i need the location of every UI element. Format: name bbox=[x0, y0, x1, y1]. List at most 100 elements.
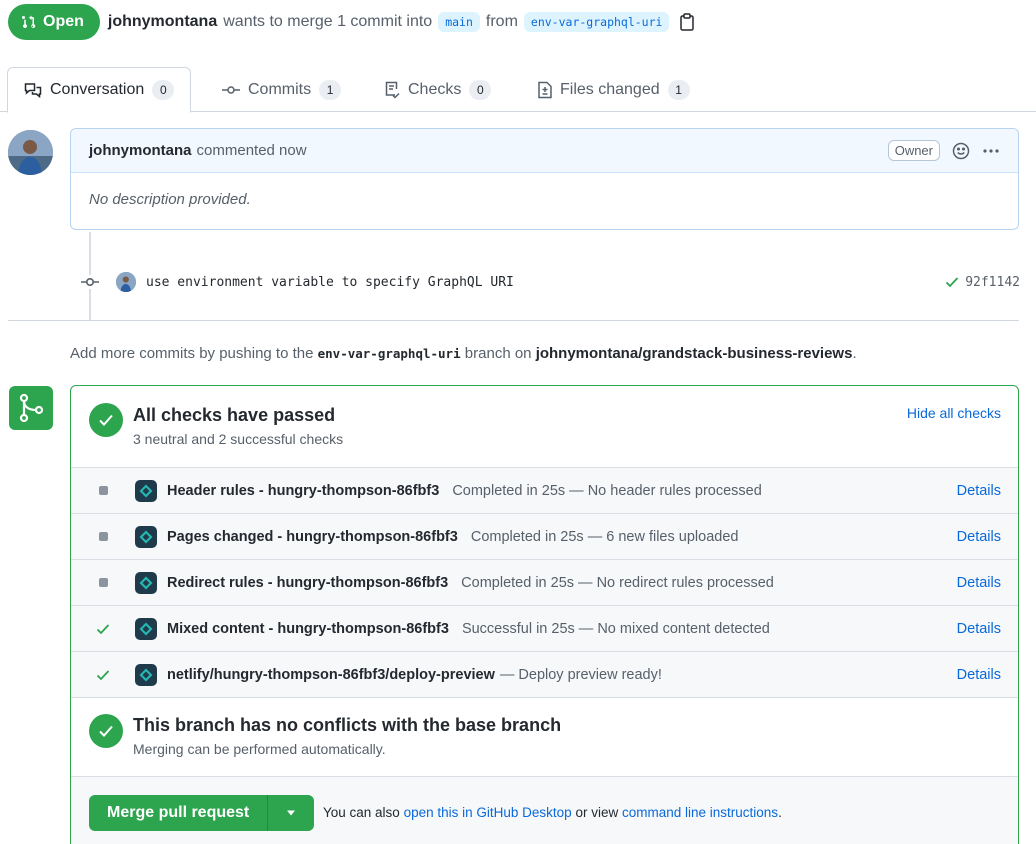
pr-header: Open johnymontana wants to merge 1 commi… bbox=[8, 4, 695, 40]
base-branch[interactable]: main bbox=[438, 12, 480, 32]
git-merge-icon bbox=[9, 386, 53, 430]
triangle-down-icon[interactable] bbox=[268, 795, 314, 831]
check-details-link[interactable]: Details bbox=[957, 529, 1001, 545]
git-commit-icon bbox=[222, 85, 240, 94]
commit-avatar[interactable] bbox=[116, 272, 136, 292]
check-details-link[interactable]: Details bbox=[957, 483, 1001, 499]
check-name: Redirect rules - hungry-thompson-86fbf3 bbox=[167, 574, 449, 591]
also-post: . bbox=[778, 805, 782, 820]
check-icon bbox=[946, 277, 959, 288]
merge-footer: Merge pull request You can also open thi… bbox=[71, 776, 1018, 844]
check-description: Completed in 25s — No header rules proce… bbox=[452, 482, 762, 499]
tab-checks-label: Checks bbox=[408, 80, 462, 98]
pr-summary-text: wants to merge 1 commit into bbox=[223, 13, 433, 30]
checks-summary-subtitle: 3 neutral and 2 successful checks bbox=[133, 431, 344, 447]
netlify-icon bbox=[135, 479, 157, 502]
tab-files-label: Files changed bbox=[560, 80, 660, 98]
tab-commits-count: 1 bbox=[319, 79, 342, 100]
git-commit-icon bbox=[80, 275, 100, 289]
check-details-link[interactable]: Details bbox=[957, 621, 1001, 637]
check-icon bbox=[96, 623, 110, 634]
pr-state-badge: Open bbox=[8, 4, 100, 40]
checks-summary-title: All checks have passed bbox=[133, 405, 336, 425]
check-name: Header rules - hungry-thompson-86fbf3 bbox=[167, 482, 440, 499]
netlify-icon bbox=[135, 571, 157, 594]
check-icon bbox=[89, 714, 123, 748]
checklist-icon bbox=[385, 81, 400, 99]
git-pull-request-icon bbox=[22, 15, 36, 29]
check-row: Redirect rules - hungry-thompson-86fbf3 … bbox=[71, 560, 1018, 606]
push-hint-mid: branch on bbox=[464, 345, 532, 362]
avatar[interactable] bbox=[8, 130, 53, 175]
merge-pull-request-button[interactable]: Merge pull request bbox=[89, 795, 269, 831]
merge-alternatives: You can also open this in GitHub Desktop… bbox=[323, 805, 782, 820]
check-name: Mixed content - hungry-thompson-86fbf3 bbox=[167, 620, 449, 637]
comment-author[interactable]: johnymontana bbox=[89, 142, 192, 159]
push-hint-post: . bbox=[852, 345, 857, 362]
hide-all-checks-link[interactable]: Hide all checks bbox=[907, 405, 1001, 421]
check-name: netlify/hungry-thompson-86fbf3/deploy-pr… bbox=[167, 666, 495, 683]
commit-message[interactable]: use environment variable to specify Grap… bbox=[146, 275, 514, 290]
neutral-status-icon bbox=[98, 578, 108, 587]
check-details-link[interactable]: Details bbox=[957, 575, 1001, 591]
commit-sha[interactable]: 92f1142 bbox=[945, 275, 1020, 290]
comment-discussion-icon bbox=[24, 83, 42, 98]
check-row: netlify/hungry-thompson-86fbf3/deploy-pr… bbox=[71, 652, 1018, 698]
check-row: Header rules - hungry-thompson-86fbf3 Co… bbox=[71, 468, 1018, 514]
also-mid: or view bbox=[575, 805, 619, 820]
check-icon bbox=[96, 669, 110, 680]
check-icon bbox=[89, 403, 123, 437]
check-description: Completed in 25s — 6 new files uploaded bbox=[470, 528, 739, 545]
neutral-status-icon bbox=[98, 532, 108, 541]
head-branch[interactable]: env-var-graphql-uri bbox=[523, 12, 670, 32]
cli-instructions-link[interactable]: command line instructions bbox=[622, 805, 778, 820]
from-text: from bbox=[485, 13, 518, 30]
tab-files-changed[interactable]: Files changed 1 bbox=[538, 67, 690, 112]
check-description: Completed in 25s — No redirect rules pro… bbox=[461, 574, 774, 591]
pr-tabs: Conversation 0 Commits 1 Checks 0 Files … bbox=[0, 67, 1036, 113]
check-name: Pages changed - hungry-thompson-86fbf3 bbox=[167, 528, 458, 545]
pr-description-comment: johnymontana commented now Owner No desc… bbox=[70, 128, 1019, 230]
netlify-icon bbox=[135, 663, 157, 686]
check-row: Mixed content - hungry-thompson-86fbf3 S… bbox=[71, 606, 1018, 652]
netlify-icon bbox=[135, 617, 157, 640]
tab-conversation-label: Conversation bbox=[50, 81, 145, 98]
check-row: Pages changed - hungry-thompson-86fbf3 C… bbox=[71, 514, 1018, 560]
comment-header: johnymontana commented now Owner bbox=[71, 129, 1018, 173]
neutral-status-icon bbox=[98, 486, 108, 495]
tab-checks-count: 0 bbox=[469, 79, 492, 100]
kebab-horizontal-icon[interactable] bbox=[982, 142, 1000, 160]
push-hint: Add more commits by pushing to the env-v… bbox=[70, 345, 857, 362]
tab-commits-label: Commits bbox=[248, 80, 312, 98]
conflicts-subtitle: Merging can be performed automatically. bbox=[133, 741, 386, 757]
conflicts-title: This branch has no conflicts with the ba… bbox=[133, 715, 562, 735]
check-description: — Deploy preview ready! bbox=[499, 666, 662, 683]
comment-body: No description provided. bbox=[89, 191, 251, 208]
github-desktop-link[interactable]: open this in GitHub Desktop bbox=[404, 805, 572, 820]
netlify-icon bbox=[135, 525, 157, 548]
timeline-commit: use environment variable to specify Grap… bbox=[80, 270, 1020, 294]
file-diff-icon bbox=[538, 81, 552, 98]
check-details-link[interactable]: Details bbox=[957, 667, 1001, 683]
push-hint-branch: env-var-graphql-uri bbox=[317, 346, 461, 361]
pr-author-link[interactable]: johnymontana bbox=[108, 13, 217, 31]
timeline-divider bbox=[8, 320, 1019, 321]
push-hint-repo: johnymontana/grandstack-business-reviews bbox=[535, 345, 853, 362]
commit-sha-label: 92f1142 bbox=[965, 274, 1020, 290]
pr-state-label: Open bbox=[43, 13, 84, 30]
tab-commits[interactable]: Commits 1 bbox=[222, 67, 342, 112]
check-description: Successful in 25s — No mixed content det… bbox=[461, 620, 770, 637]
smiley-icon[interactable] bbox=[952, 142, 970, 160]
tab-checks[interactable]: Checks 0 bbox=[384, 67, 492, 112]
tab-conversation-count: 0 bbox=[152, 80, 175, 100]
tab-conversation[interactable]: Conversation 0 bbox=[7, 67, 192, 113]
push-hint-pre: Add more commits by pushing to the bbox=[70, 345, 314, 362]
tab-files-count: 1 bbox=[667, 79, 690, 100]
comment-timestamp: commented now bbox=[196, 142, 307, 159]
checks-list: Header rules - hungry-thompson-86fbf3 Co… bbox=[71, 467, 1018, 698]
merge-button-group: Merge pull request bbox=[89, 795, 315, 831]
also-pre: You can also bbox=[323, 805, 400, 820]
merge-box: All checks have passed 3 neutral and 2 s… bbox=[70, 385, 1019, 844]
owner-badge: Owner bbox=[887, 140, 940, 161]
copy-icon[interactable] bbox=[679, 13, 695, 31]
